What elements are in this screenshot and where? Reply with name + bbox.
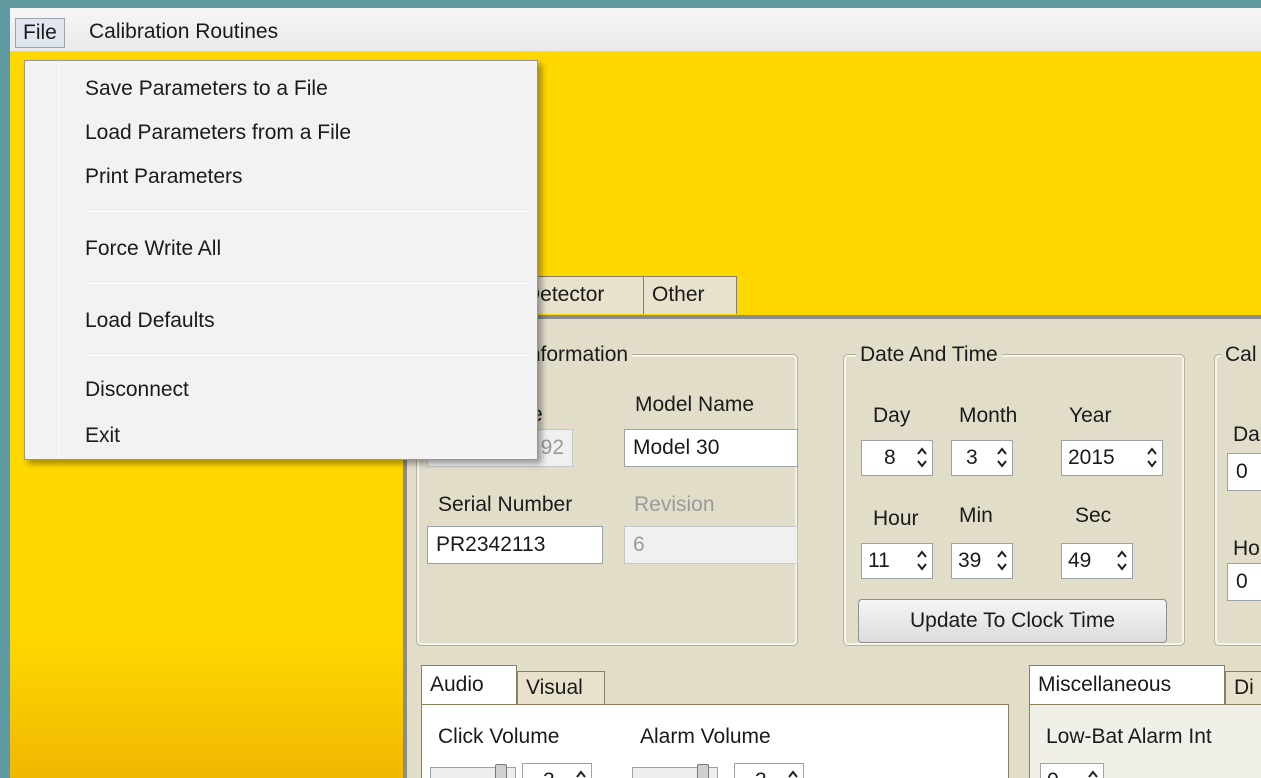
menu-separator: [85, 355, 531, 356]
year-label: Year: [1069, 404, 1112, 427]
tab-visual[interactable]: Visual: [517, 671, 605, 705]
menu-calibration-routines[interactable]: Calibration Routines: [82, 18, 285, 48]
spinner-arrows-icon[interactable]: [1145, 444, 1159, 472]
click-volume-slider[interactable]: [430, 764, 516, 778]
menu-item-disconnect[interactable]: Disconnect: [85, 376, 189, 404]
sec-label: Sec: [1075, 504, 1112, 527]
min-value: 39: [958, 549, 982, 572]
menu-bar: File Calibration Routines: [10, 8, 1261, 52]
update-to-clock-time-button[interactable]: Update To Clock Time: [858, 599, 1167, 643]
menu-item-exit[interactable]: Exit: [85, 422, 120, 450]
calibration-legend: Cal: [1221, 343, 1261, 367]
hour-value: 11: [868, 549, 890, 572]
serial-number-field[interactable]: PR2342113: [427, 526, 603, 564]
serial-number-label: Serial Number: [438, 493, 573, 516]
alarm-volume-value: 3: [741, 769, 767, 778]
menu-separator: [85, 211, 531, 212]
menu-item-print-parameters[interactable]: Print Parameters: [85, 163, 243, 191]
low-bat-alarm-value: 0: [1047, 769, 1059, 778]
year-spinner[interactable]: 2015: [1061, 440, 1163, 476]
spinner-arrows-icon[interactable]: [995, 547, 1009, 575]
spinner-arrows-icon[interactable]: [574, 767, 588, 778]
min-spinner[interactable]: 39: [951, 543, 1013, 579]
alarm-volume-label: Alarm Volume: [640, 725, 771, 748]
menu-icon-gutter: [59, 63, 60, 457]
hour-spinner[interactable]: 11: [861, 543, 933, 579]
date-and-time-legend: Date And Time: [856, 343, 1002, 367]
miscellaneous-panel: Low-Bat Alarm Int 0: [1029, 704, 1261, 778]
slider-thumb[interactable]: [495, 764, 507, 778]
day-spinner[interactable]: 8: [861, 440, 933, 476]
click-volume-label: Click Volume: [438, 725, 560, 748]
month-label: Month: [959, 404, 1018, 427]
calibration-day-field[interactable]: 0: [1227, 453, 1261, 491]
tab-next[interactable]: Di: [1225, 671, 1261, 705]
low-bat-alarm-spinner[interactable]: 0: [1040, 763, 1104, 778]
month-value: 3: [966, 446, 978, 469]
menu-item-save-parameters[interactable]: Save Parameters to a File: [85, 75, 328, 103]
slider-thumb[interactable]: [697, 764, 709, 778]
sec-spinner[interactable]: 49: [1061, 543, 1133, 579]
audio-panel: Click Volume Alarm Volume 3 3: [421, 704, 1009, 778]
menu-item-load-defaults[interactable]: Load Defaults: [85, 307, 215, 335]
calibration-hour-field[interactable]: 0: [1227, 563, 1261, 601]
menu-separator: [85, 283, 531, 284]
hour-label: Hour: [873, 507, 919, 530]
click-volume-value: 3: [529, 769, 555, 778]
tab-audio[interactable]: Audio: [421, 665, 517, 705]
revision-label: Revision: [634, 493, 715, 516]
menu-item-load-parameters[interactable]: Load Parameters from a File: [85, 119, 351, 147]
menu-file[interactable]: File: [15, 18, 65, 48]
spinner-arrows-icon[interactable]: [1086, 767, 1100, 778]
day-label: Day: [873, 404, 911, 427]
calibration-hour-label: Ho: [1233, 537, 1260, 560]
day-value: 8: [884, 446, 896, 469]
spinner-arrows-icon[interactable]: [786, 767, 800, 778]
spinner-arrows-icon[interactable]: [915, 444, 929, 472]
background-gradient: [10, 568, 410, 778]
min-label: Min: [959, 504, 993, 527]
spinner-arrows-icon[interactable]: [915, 547, 929, 575]
model-number-value: 92: [540, 436, 564, 459]
spinner-arrows-icon[interactable]: [995, 444, 1009, 472]
tab-other[interactable]: Other: [643, 276, 737, 314]
menu-item-force-write-all[interactable]: Force Write All: [85, 235, 221, 263]
low-bat-alarm-label: Low-Bat Alarm Int: [1046, 725, 1212, 748]
calibration-day-label: Da: [1233, 423, 1260, 446]
alarm-volume-slider[interactable]: [632, 764, 718, 778]
year-value: 2015: [1068, 446, 1115, 469]
sec-value: 49: [1068, 549, 1092, 572]
month-spinner[interactable]: 3: [951, 440, 1013, 476]
revision-field: 6: [624, 526, 798, 564]
model-name-label: Model Name: [635, 393, 755, 416]
application-window: File Calibration Routines Detector Other…: [10, 8, 1261, 778]
click-volume-spinner[interactable]: 3: [522, 763, 592, 778]
model-name-field[interactable]: Model 30: [624, 429, 798, 467]
tab-miscellaneous[interactable]: Miscellaneous: [1029, 665, 1225, 705]
file-dropdown-menu: Save Parameters to a File Load Parameter…: [24, 60, 538, 460]
alarm-volume-spinner[interactable]: 3: [734, 763, 804, 778]
spinner-arrows-icon[interactable]: [1115, 547, 1129, 575]
calibration-group: Cal: [1214, 343, 1261, 646]
